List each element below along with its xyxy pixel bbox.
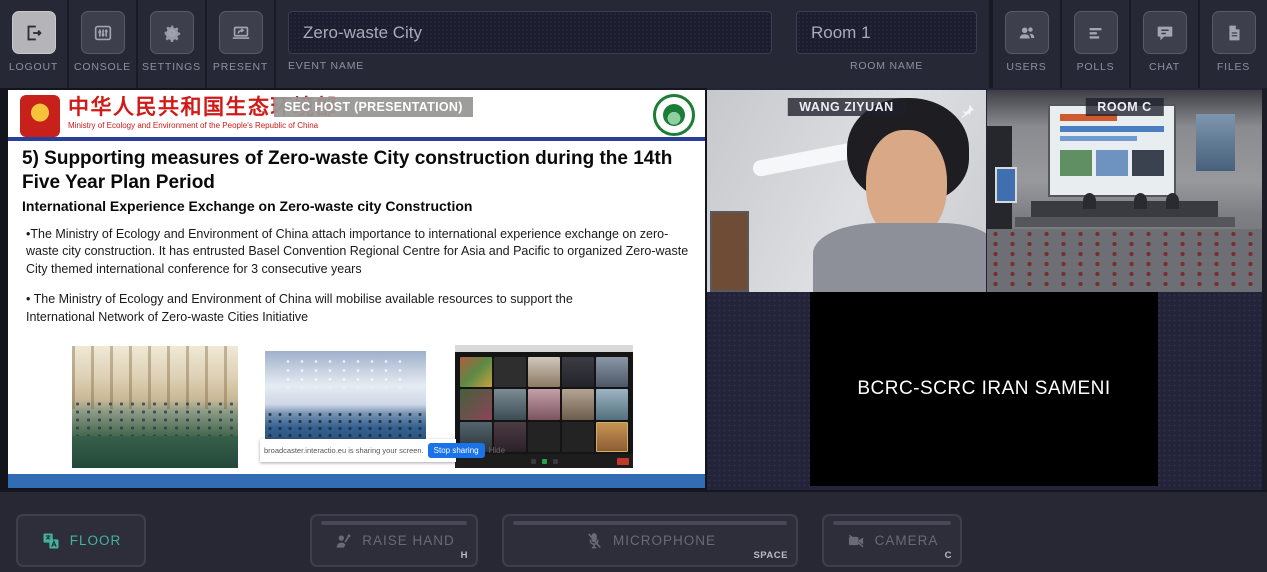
floor-label: FLOOR xyxy=(70,533,122,548)
event-name-group: Zero-waste City EVENT NAME xyxy=(276,0,784,88)
camera-shortcut: C xyxy=(945,550,952,561)
feed-label-room-c: ROOM C xyxy=(1085,98,1163,116)
slide-bullet-2: • The Ministry of Ecology and Environmen… xyxy=(22,291,582,327)
stop-sharing-button: Stop sharing xyxy=(428,443,485,458)
mee-logo-icon xyxy=(653,94,695,136)
raise-hand-button[interactable]: RAISE HAND H xyxy=(310,514,478,567)
console-label: CONSOLE xyxy=(74,61,131,73)
feed-label-wang-ziyuan: WANG ZIYUAN xyxy=(787,98,905,116)
room-name-label: ROOM NAME xyxy=(796,60,977,72)
slide-body: 5) Supporting measures of Zero-waste Cit… xyxy=(8,141,705,326)
slide-bullet-1: •The Ministry of Ecology and Environment… xyxy=(22,226,698,279)
name-fields: Zero-waste City EVENT NAME Room 1 ROOM N… xyxy=(276,0,991,88)
users-icon xyxy=(1016,22,1038,44)
chat-group: CHAT xyxy=(1129,0,1198,88)
top-toolbar: LOGOUT CONSOLE xyxy=(0,0,1267,88)
files-document-icon-button[interactable] xyxy=(1212,11,1256,54)
video-zone: WANG ZIYUAN xyxy=(707,88,1262,490)
china-emblem-icon: ★ xyxy=(20,95,60,137)
chat-bubble-icon-button[interactable] xyxy=(1143,11,1187,54)
logout-button[interactable] xyxy=(12,11,56,54)
bottom-control-bar: FLOOR RAISE HAND H xyxy=(0,490,1267,572)
settings-label: SETTINGS xyxy=(142,61,201,73)
users-group: USERS xyxy=(991,0,1060,88)
polls-label: POLLS xyxy=(1077,61,1115,73)
pin-icon[interactable] xyxy=(958,102,976,125)
camera-button[interactable]: CAMERA C xyxy=(822,514,962,567)
screen-share-notice: broadcaster.interactio.eu is sharing you… xyxy=(260,439,456,462)
button-indicator-strip xyxy=(833,521,951,525)
chat-icon xyxy=(1154,22,1176,44)
polls-icon-button[interactable] xyxy=(1074,11,1118,54)
users-button[interactable] xyxy=(1005,11,1049,54)
button-indicator-strip xyxy=(321,521,467,525)
raise-hand-icon xyxy=(333,531,353,551)
raise-hand-label: RAISE HAND xyxy=(362,533,455,548)
chat-label: CHAT xyxy=(1149,61,1180,73)
console-mixer-icon xyxy=(92,22,114,44)
ministry-title-en: Ministry of Ecology and Environment of t… xyxy=(68,121,338,130)
files-label: FILES xyxy=(1217,61,1250,73)
console-button[interactable] xyxy=(81,11,125,54)
audio-only-tile-bcrc[interactable]: BCRC-SCRC IRAN SAMENI xyxy=(810,292,1158,486)
camera-off-icon xyxy=(846,531,866,551)
microphone-button[interactable]: MICROPHONE SPACE xyxy=(502,514,798,567)
button-indicator-strip xyxy=(513,521,787,525)
camera-label: CAMERA xyxy=(875,533,939,548)
logout-icon xyxy=(23,22,45,44)
present-screen-icon xyxy=(230,22,252,44)
event-name-label: EVENT NAME xyxy=(288,60,772,72)
video-feed-wang-ziyuan[interactable]: WANG ZIYUAN xyxy=(707,90,986,292)
conference-app-window: LOGOUT CONSOLE xyxy=(0,0,1267,572)
main-area: SEC HOST (PRESENTATION) ★ 中华人民共和国生态环境部 M… xyxy=(0,88,1267,490)
slide-title: 5) Supporting measures of Zero-waste Cit… xyxy=(22,147,698,195)
files-group: FILES xyxy=(1198,0,1267,88)
gear-icon xyxy=(161,22,183,44)
video-feed-room-c[interactable]: ROOM C xyxy=(987,90,1262,292)
files-icon xyxy=(1223,22,1245,44)
logout-label: LOGOUT xyxy=(9,61,58,73)
room-name-group: Room 1 ROOM NAME xyxy=(784,0,989,88)
polls-bars-icon xyxy=(1085,22,1107,44)
slide-footer-bar xyxy=(8,474,705,488)
present-label: PRESENT xyxy=(213,61,268,73)
present-button[interactable] xyxy=(219,11,263,54)
raise-hand-shortcut: H xyxy=(461,550,468,561)
slide-subtitle: International Experience Exchange on Zer… xyxy=(22,198,691,214)
room-name-input[interactable]: Room 1 xyxy=(796,11,977,54)
polls-group: POLLS xyxy=(1060,0,1129,88)
share-notice-message: broadcaster.interactio.eu is sharing you… xyxy=(264,446,424,455)
right-edge-strip xyxy=(1262,88,1267,490)
microphone-label: MICROPHONE xyxy=(613,533,716,548)
presentation-slide: SEC HOST (PRESENTATION) ★ 中华人民共和国生态环境部 M… xyxy=(8,90,705,488)
host-badge: SEC HOST (PRESENTATION) xyxy=(274,97,473,117)
settings-button[interactable] xyxy=(150,11,194,54)
console-group: CONSOLE xyxy=(69,0,138,88)
settings-group: SETTINGS xyxy=(138,0,207,88)
floor-language-button[interactable]: FLOOR xyxy=(16,514,146,567)
microphone-muted-icon xyxy=(584,531,604,551)
event-name-input[interactable]: Zero-waste City xyxy=(288,11,772,54)
microphone-shortcut: SPACE xyxy=(753,550,788,561)
users-label: USERS xyxy=(1006,61,1046,73)
logout-group: LOGOUT xyxy=(0,0,69,88)
translation-icon xyxy=(41,531,61,551)
hide-notice-button: Hide xyxy=(489,446,505,455)
present-group: PRESENT xyxy=(207,0,276,88)
audio-tile-label: BCRC-SCRC IRAN SAMENI xyxy=(857,378,1110,400)
conference-photo-1 xyxy=(72,346,238,468)
